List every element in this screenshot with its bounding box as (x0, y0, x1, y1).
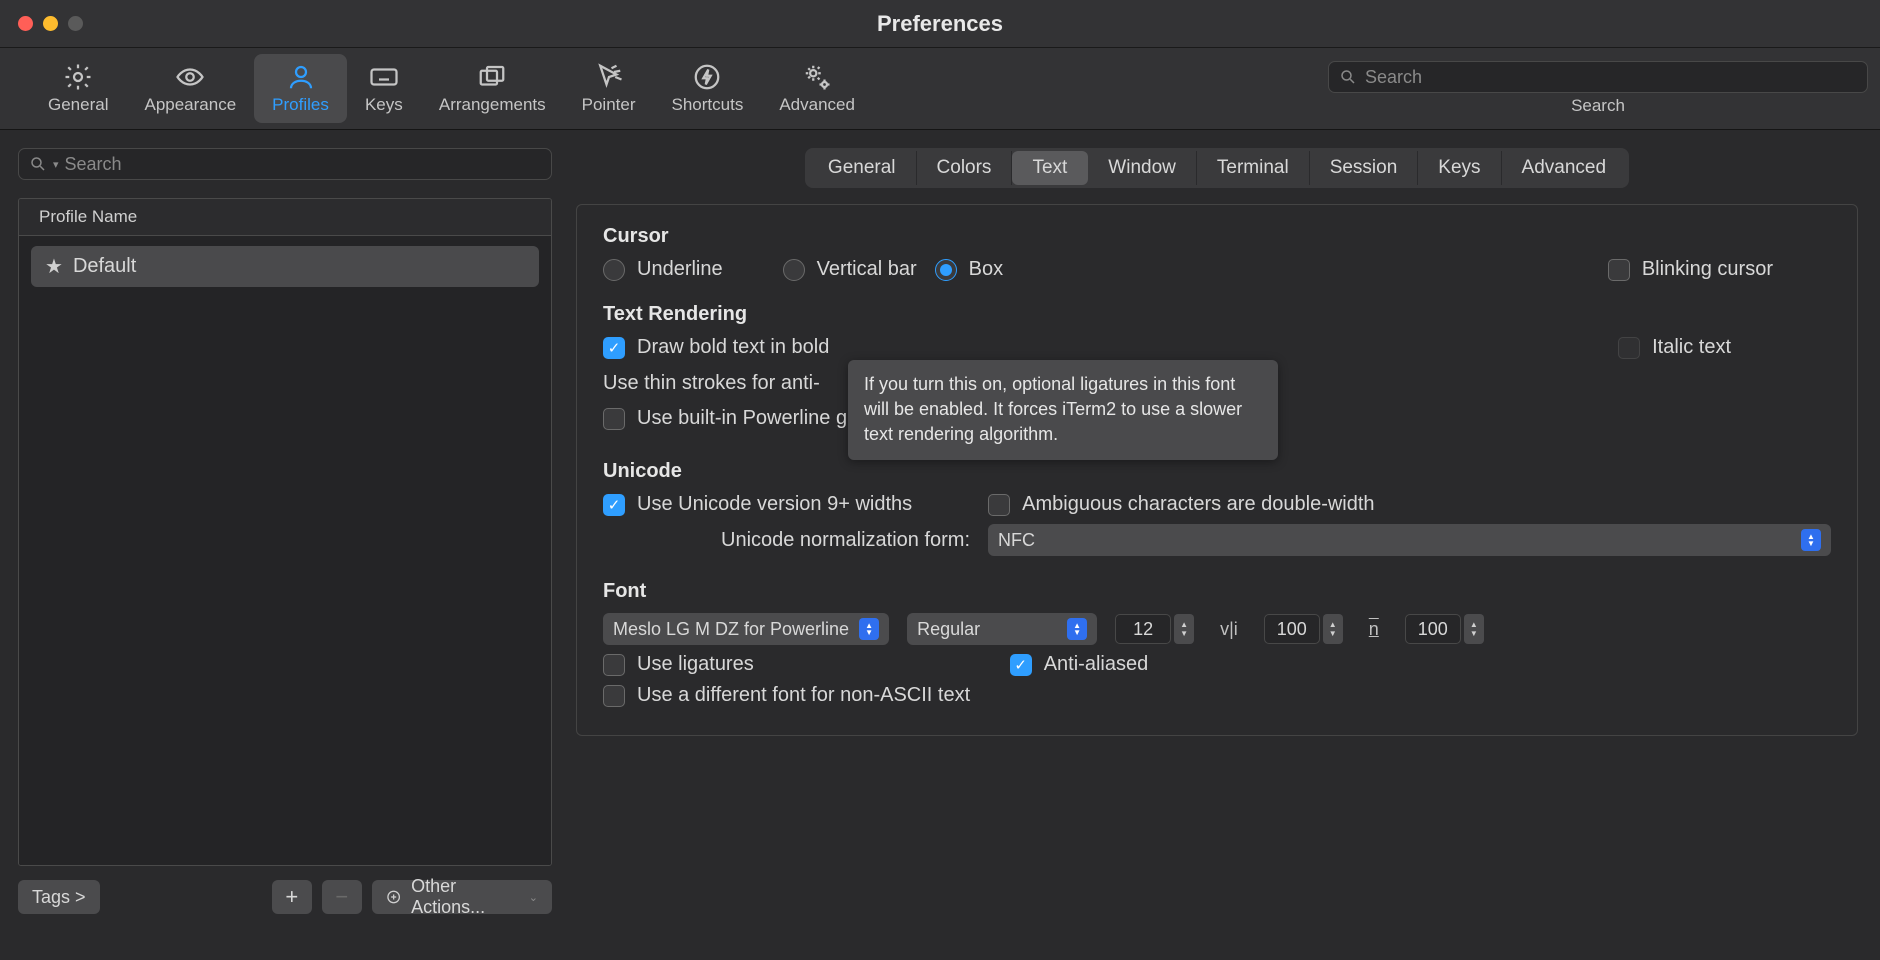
cursor-vertical[interactable]: Vertical bar (783, 258, 917, 281)
norm-label: Unicode normalization form: (721, 529, 970, 552)
vspace-icon: n (1361, 619, 1387, 640)
tab-advanced[interactable]: Advanced (1502, 151, 1627, 185)
search-box[interactable] (1328, 61, 1868, 93)
eye-icon (171, 62, 209, 92)
hspace-icon: v|i (1212, 619, 1246, 640)
toolbar: General Appearance Profiles Keys Arrange… (0, 48, 1880, 130)
tab-keys[interactable]: Keys (1418, 151, 1501, 185)
search-icon (1339, 68, 1357, 86)
tab-window[interactable]: Window (1088, 151, 1197, 185)
profile-table-header[interactable]: Profile Name (19, 199, 551, 236)
toolbar-appearance[interactable]: Appearance (126, 54, 254, 123)
tab-terminal[interactable]: Terminal (1197, 151, 1310, 185)
blinking-cursor[interactable]: Blinking cursor (1608, 258, 1773, 281)
bolt-icon (688, 62, 726, 92)
toolbar-shortcuts[interactable]: Shortcuts (654, 54, 762, 123)
toolbar-profiles[interactable]: Profiles (254, 54, 347, 123)
italic-text-check[interactable]: Italic text (1618, 336, 1731, 359)
profile-search[interactable]: ▾ (18, 148, 552, 180)
normalization-select[interactable]: NFC ▲▼ (988, 524, 1831, 556)
rendering-heading: Text Rendering (603, 303, 1831, 326)
chevron-down-icon[interactable]: ▾ (53, 158, 59, 171)
other-actions-button[interactable]: Other Actions... ⌄ (372, 880, 552, 914)
remove-profile-button[interactable]: − (322, 880, 362, 914)
toolbar-search: Search (1328, 61, 1868, 116)
stepper-arrows[interactable]: ▲▼ (1464, 614, 1484, 644)
toolbar-pointer[interactable]: Pointer (564, 54, 654, 123)
search-icon (29, 155, 47, 173)
stepper-arrows[interactable]: ▲▼ (1174, 614, 1194, 644)
tags-button[interactable]: Tags > (18, 880, 100, 914)
toolbar-general[interactable]: General (30, 54, 126, 123)
toolbar-keys[interactable]: Keys (347, 54, 421, 123)
toolbar-advanced[interactable]: Advanced (761, 54, 873, 123)
tab-text[interactable]: Text (1012, 151, 1088, 185)
font-weight-select[interactable]: Regular▲▼ (907, 613, 1097, 645)
search-label: Search (1571, 96, 1625, 116)
nonascii-font-check[interactable]: Use a different font for non-ASCII text (603, 684, 970, 707)
vspace-stepper[interactable]: ▲▼ (1405, 614, 1484, 644)
hspace-stepper[interactable]: ▲▼ (1264, 614, 1343, 644)
tab-colors[interactable]: Colors (917, 151, 1013, 185)
ambiguous-check[interactable]: Ambiguous characters are double-width (988, 493, 1374, 516)
gears-icon (798, 62, 836, 92)
tab-session[interactable]: Session (1310, 151, 1419, 185)
keyboard-icon (365, 62, 403, 92)
font-size-stepper[interactable]: ▲▼ (1115, 614, 1194, 644)
unicode9-check[interactable]: ✓Use Unicode version 9+ widths (603, 493, 912, 516)
profile-name: Default (73, 255, 136, 278)
cursor-box[interactable]: Box (935, 258, 1003, 281)
gear-icon (59, 62, 97, 92)
cursor-underline[interactable]: Underline (603, 258, 723, 281)
profile-table: Profile Name ★ Default (18, 198, 552, 866)
tab-general[interactable]: General (808, 151, 917, 185)
chevron-down-icon: ⌄ (529, 891, 538, 904)
cursor-heading: Cursor (603, 225, 1831, 248)
antialiased-check[interactable]: ✓Anti-aliased (1010, 653, 1149, 676)
profile-search-input[interactable] (65, 154, 541, 175)
window-title: Preferences (0, 11, 1880, 37)
star-icon: ★ (45, 254, 63, 279)
titlebar: Preferences (0, 0, 1880, 48)
settings-panel: General Colors Text Window Terminal Sess… (570, 130, 1880, 932)
toolbar-arrangements[interactable]: Arrangements (421, 54, 564, 123)
windows-icon (473, 62, 511, 92)
bold-font-check[interactable]: ✓Draw bold text in bold (603, 336, 829, 359)
tooltip: If you turn this on, optional ligatures … (848, 360, 1278, 460)
font-family-select[interactable]: Meslo LG M DZ for Powerline▲▼ (603, 613, 889, 645)
profile-icon (282, 62, 320, 92)
profile-tabs: General Colors Text Window Terminal Sess… (805, 148, 1629, 188)
ligatures-check[interactable]: Use ligatures (603, 653, 754, 676)
profile-row-default[interactable]: ★ Default (31, 246, 539, 287)
thin-strokes-label: Use thin strokes for anti- (603, 372, 820, 395)
add-profile-button[interactable]: + (272, 880, 312, 914)
menu-icon (386, 889, 401, 905)
unicode-heading: Unicode (603, 460, 1831, 483)
profiles-sidebar: ▾ Profile Name ★ Default Tags > + − Othe… (0, 130, 570, 932)
stepper-arrows[interactable]: ▲▼ (1323, 614, 1343, 644)
cursor-icon (590, 62, 628, 92)
search-input[interactable] (1365, 67, 1857, 88)
font-heading: Font (603, 580, 1831, 603)
